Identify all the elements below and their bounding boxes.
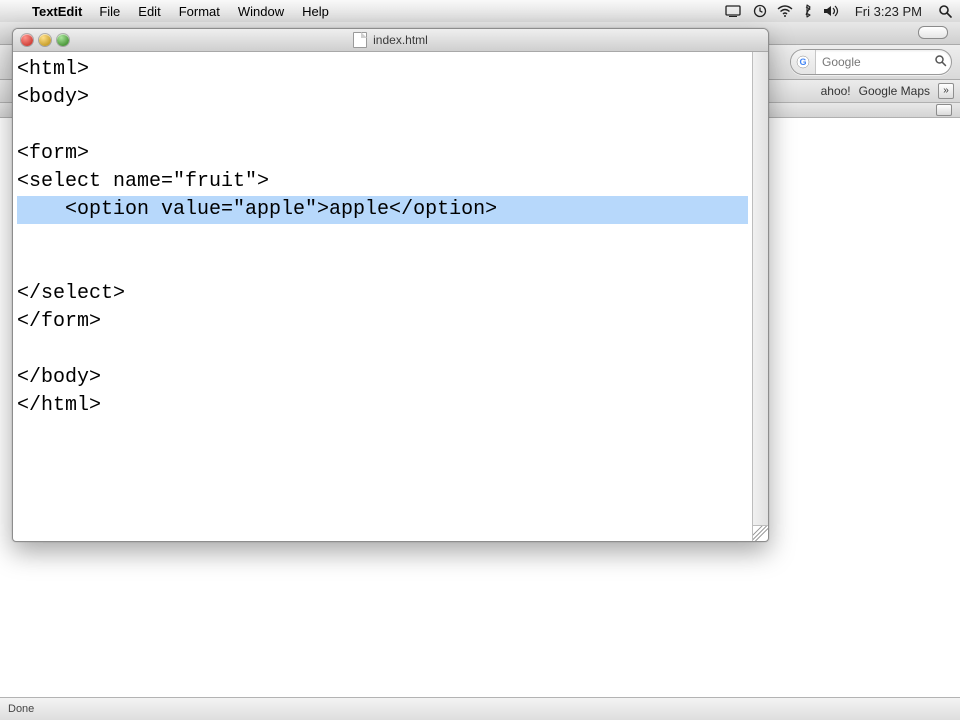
menubar-clock[interactable]: Fri 3:23 PM <box>849 4 928 19</box>
window-title: index.html <box>13 32 768 48</box>
resize-handle[interactable] <box>752 525 768 541</box>
editor-line[interactable] <box>17 252 748 280</box>
textedit-window: index.html <html><body> <form><select na… <box>12 28 769 542</box>
browser-titlebar-pill[interactable] <box>918 26 948 39</box>
app-menu[interactable]: TextEdit <box>24 4 90 19</box>
window-title-text: index.html <box>373 33 428 47</box>
editor-line[interactable]: </select> <box>17 280 748 308</box>
menu-format[interactable]: Format <box>170 4 229 19</box>
menu-window[interactable]: Window <box>229 4 293 19</box>
menu-file[interactable]: File <box>90 4 129 19</box>
volume-icon[interactable] <box>823 5 839 17</box>
tab-strip-button[interactable] <box>936 104 952 116</box>
timemachine-icon[interactable] <box>753 4 767 18</box>
editor-line[interactable]: <html> <box>17 56 748 84</box>
minimize-button[interactable] <box>39 34 51 46</box>
bookmarks-overflow-button[interactable]: » <box>938 83 954 99</box>
bluetooth-icon[interactable] <box>803 4 813 18</box>
editor-line[interactable]: </body> <box>17 364 748 392</box>
editor-line[interactable]: <form> <box>17 140 748 168</box>
display-icon[interactable] <box>725 5 743 17</box>
svg-text:G: G <box>799 57 806 67</box>
spotlight-icon[interactable] <box>938 4 952 18</box>
editor-line[interactable]: </html> <box>17 392 748 420</box>
bookmark-google-maps[interactable]: Google Maps <box>859 84 930 98</box>
search-placeholder: Google <box>816 55 929 69</box>
status-icons: Fri 3:23 PM <box>725 4 960 19</box>
text-editor[interactable]: <html><body> <form><select name="fruit">… <box>13 52 752 541</box>
bookmark-yahoo[interactable]: ahoo! <box>821 84 851 98</box>
window-titlebar[interactable]: index.html <box>13 29 768 52</box>
vertical-scrollbar[interactable] <box>752 52 768 525</box>
editor-line[interactable] <box>17 336 748 364</box>
browser-status-bar: Done <box>0 697 960 720</box>
editor-line[interactable] <box>17 112 748 140</box>
google-favicon-icon: G <box>791 50 816 74</box>
close-button[interactable] <box>21 34 33 46</box>
menu-edit[interactable]: Edit <box>129 4 169 19</box>
editor-line[interactable]: </form> <box>17 308 748 336</box>
editor-line-selected[interactable]: <option value="apple">apple</option> <box>17 196 748 224</box>
search-icon[interactable] <box>929 54 951 70</box>
zoom-button[interactable] <box>57 34 69 46</box>
status-text: Done <box>8 703 34 715</box>
menu-help[interactable]: Help <box>293 4 338 19</box>
menubar: TextEdit File Edit Format Window Help Fr… <box>0 0 960 23</box>
wifi-icon[interactable] <box>777 5 793 17</box>
editor-line[interactable]: <select name="fruit"> <box>17 168 748 196</box>
editor-line[interactable]: <body> <box>17 84 748 112</box>
editor-line[interactable] <box>17 224 748 252</box>
document-icon <box>353 32 367 48</box>
search-field[interactable]: G Google <box>790 49 952 75</box>
